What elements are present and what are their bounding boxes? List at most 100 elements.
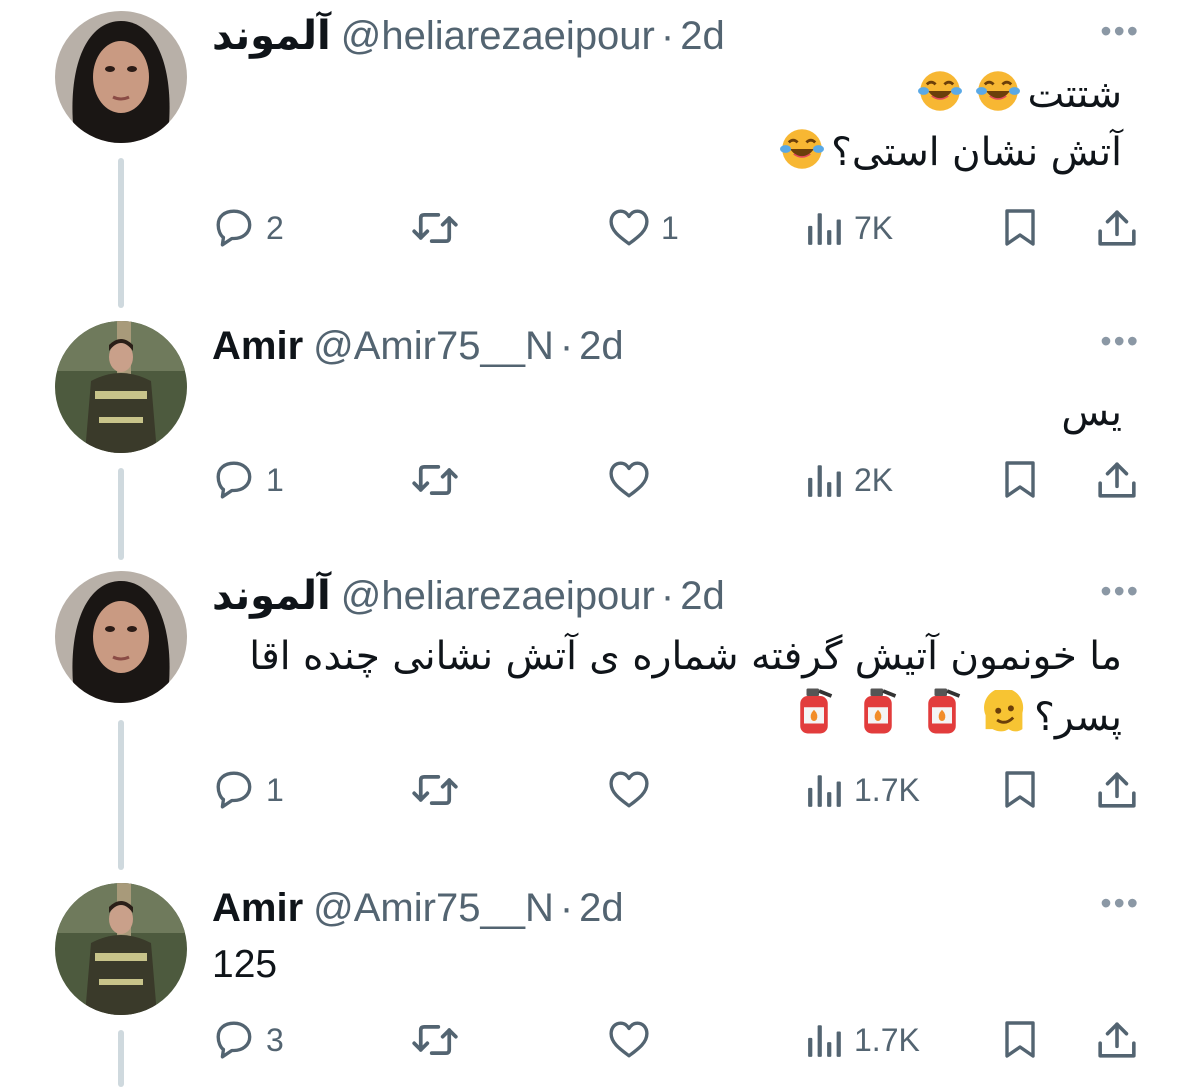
timestamp[interactable]: 2d xyxy=(579,324,624,368)
tweet-text: یس xyxy=(1061,384,1122,442)
more-icon[interactable]: ••• xyxy=(1100,575,1140,607)
separator: · xyxy=(559,886,574,930)
avatar[interactable] xyxy=(55,321,187,453)
reply-count: 3 xyxy=(266,1021,284,1058)
reply-button[interactable]: 1 xyxy=(214,765,284,815)
more-icon[interactable]: ••• xyxy=(1100,15,1140,47)
author-name[interactable]: Amir xyxy=(212,324,303,368)
views-button[interactable]: 7K xyxy=(806,203,893,253)
tweet-line: آتش نشان استی؟ xyxy=(831,130,1122,175)
reply-icon xyxy=(216,771,252,809)
bookmark-button[interactable] xyxy=(1002,765,1038,815)
share-icon xyxy=(1098,1022,1136,1058)
views-icon xyxy=(808,213,841,245)
reply-button[interactable]: 3 xyxy=(214,1015,284,1065)
reply-count: 1 xyxy=(266,771,284,808)
retweet-button[interactable] xyxy=(412,1015,458,1065)
views-button[interactable]: 1.7K xyxy=(806,1015,920,1065)
retweet-icon xyxy=(412,1024,458,1056)
tweet-header: آلموند @heliarezaeipour · 2d xyxy=(212,574,725,618)
author-name[interactable]: Amir xyxy=(212,886,303,930)
views-count: 1.7K xyxy=(854,1021,920,1058)
bookmark-icon xyxy=(1005,209,1035,246)
tweet[interactable]: Amir @Amir75__N · 2d ••• یس 1 2K xyxy=(0,310,1200,560)
retweet-icon xyxy=(412,212,458,244)
like-button[interactable] xyxy=(607,1015,651,1065)
like-icon xyxy=(609,209,649,246)
tweet-line: یس xyxy=(1061,390,1122,435)
share-icon xyxy=(1098,462,1136,498)
action-bar: 1 2K xyxy=(0,455,1200,505)
author-handle[interactable]: @heliarezaeipour xyxy=(341,574,655,618)
bookmark-icon xyxy=(1005,461,1035,498)
separator: · xyxy=(660,14,675,58)
laughing-emoji-icon xyxy=(917,69,964,113)
like-icon xyxy=(609,461,649,498)
laughing-emoji-icon xyxy=(975,69,1022,113)
fire-extinguisher-emoji-icon xyxy=(798,686,834,736)
retweet-button[interactable] xyxy=(412,455,458,505)
tweet[interactable]: آلموند @heliarezaeipour · 2d ••• ما خونم… xyxy=(0,560,1200,870)
avatar[interactable] xyxy=(55,11,187,143)
author-name[interactable]: آلموند xyxy=(212,14,331,58)
tweet-text: 125 xyxy=(212,936,277,994)
like-count: 1 xyxy=(661,209,679,246)
share-icon xyxy=(1098,210,1136,246)
share-button[interactable] xyxy=(1097,1015,1137,1065)
views-icon xyxy=(808,1025,841,1057)
fire-extinguisher-emoji-icon xyxy=(926,686,962,736)
separator: · xyxy=(559,324,574,368)
tweet-text: شتتت آتش نشان استی؟ xyxy=(773,66,1122,182)
views-count: 2K xyxy=(854,461,894,498)
tweet-line: ما خونمون آتیش گرفته شماره ی آتش نشانی چ… xyxy=(249,634,1122,679)
author-name[interactable]: آلموند xyxy=(212,574,331,618)
separator: · xyxy=(660,574,675,618)
share-icon xyxy=(1098,772,1136,808)
avatar[interactable] xyxy=(55,883,187,1015)
action-bar: 1 1.7K xyxy=(0,765,1200,815)
bookmark-icon xyxy=(1005,771,1035,808)
share-button[interactable] xyxy=(1097,203,1137,253)
more-icon[interactable]: ••• xyxy=(1100,325,1140,357)
tweet[interactable]: Amir @Amir75__N · 2d ••• 125 3 1.7K xyxy=(0,872,1200,1087)
bookmark-button[interactable] xyxy=(1002,203,1038,253)
avatar[interactable] xyxy=(55,571,187,703)
tweet-line: پسر؟ xyxy=(1034,695,1122,740)
like-button[interactable] xyxy=(607,765,651,815)
like-button[interactable]: 1 xyxy=(607,203,679,253)
reply-count: 1 xyxy=(266,461,284,498)
reply-button[interactable]: 1 xyxy=(214,455,284,505)
retweet-icon xyxy=(412,774,458,806)
author-handle[interactable]: @Amir75__N xyxy=(313,324,554,368)
views-count: 7K xyxy=(854,209,894,246)
tweet-line: شتتت xyxy=(1027,72,1122,117)
tweet-text: ما خونمون آتیش گرفته شماره ی آتش نشانی چ… xyxy=(249,628,1122,747)
bookmark-button[interactable] xyxy=(1002,455,1038,505)
tweet[interactable]: آلموند @heliarezaeipour · 2d ••• شتتت آت… xyxy=(0,0,1200,300)
views-count: 1.7K xyxy=(854,771,920,808)
reply-icon xyxy=(216,1021,252,1059)
like-button[interactable] xyxy=(607,455,651,505)
author-handle[interactable]: @Amir75__N xyxy=(313,886,554,930)
tweet-header: Amir @Amir75__N · 2d xyxy=(212,324,624,368)
timestamp[interactable]: 2d xyxy=(680,14,725,58)
share-button[interactable] xyxy=(1097,455,1137,505)
timestamp[interactable]: 2d xyxy=(579,886,624,930)
share-button[interactable] xyxy=(1097,765,1137,815)
views-icon xyxy=(808,465,841,497)
more-icon[interactable]: ••• xyxy=(1100,887,1140,919)
timestamp[interactable]: 2d xyxy=(680,574,725,618)
reply-icon xyxy=(216,209,252,247)
views-button[interactable]: 1.7K xyxy=(806,765,920,815)
reply-button[interactable]: 2 xyxy=(214,203,284,253)
like-icon xyxy=(609,771,649,808)
tweet-header: Amir @Amir75__N · 2d xyxy=(212,886,624,930)
bookmark-icon xyxy=(1005,1021,1035,1058)
retweet-button[interactable] xyxy=(412,203,458,253)
retweet-button[interactable] xyxy=(412,765,458,815)
bookmark-button[interactable] xyxy=(1002,1015,1038,1065)
author-handle[interactable]: @heliarezaeipour xyxy=(341,14,655,58)
views-button[interactable]: 2K xyxy=(806,455,893,505)
reply-count: 2 xyxy=(266,209,284,246)
tweet-line: 125 xyxy=(212,943,278,986)
